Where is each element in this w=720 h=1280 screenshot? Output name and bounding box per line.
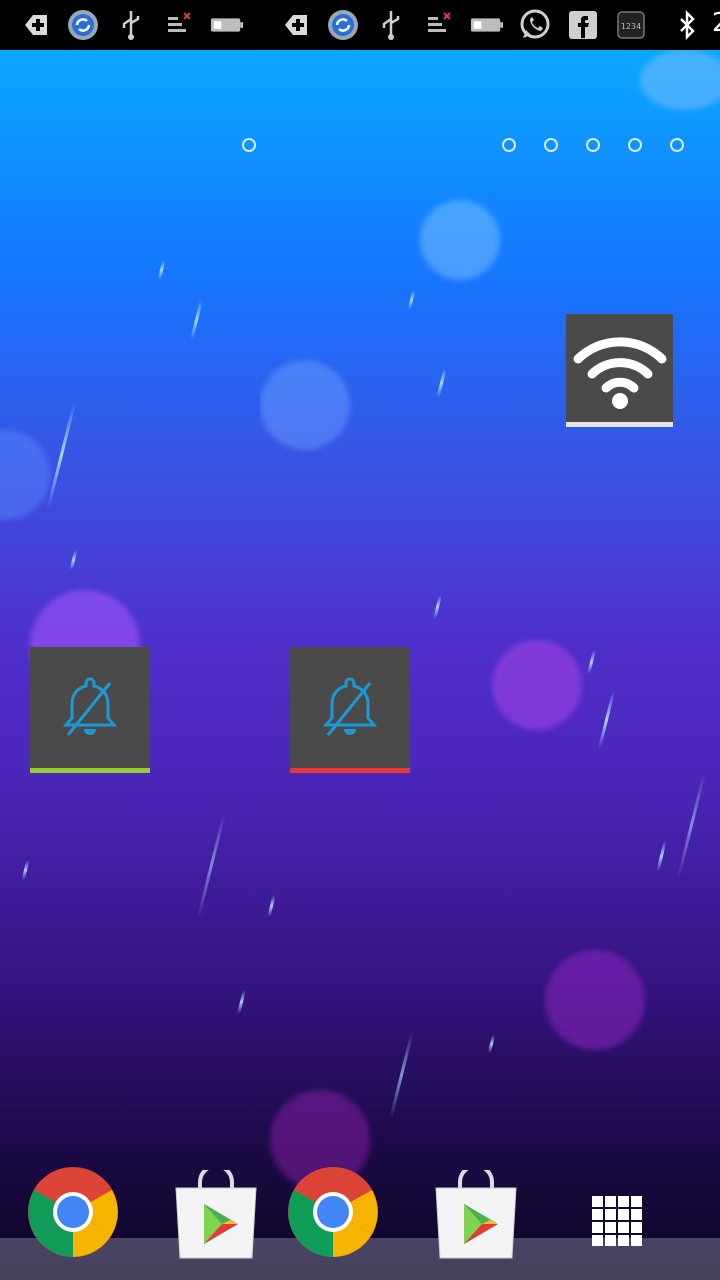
sync-icon [66, 8, 100, 42]
battery-icon [470, 8, 504, 42]
bell-off-icon [318, 671, 382, 749]
silent-mode-toggle[interactable] [290, 647, 410, 773]
bell-off-icon [58, 671, 122, 749]
toggle-indicator [566, 422, 673, 427]
signal-off-icon [422, 8, 456, 42]
signal-off-icon [162, 8, 196, 42]
status-bar[interactable]: 1234 2 [0, 0, 720, 50]
home-screen-left[interactable] [0, 50, 260, 1280]
wifi-icon [572, 329, 668, 413]
battery-icon [210, 8, 244, 42]
clock: 2 [712, 8, 720, 38]
add-icon [18, 8, 52, 42]
play-store-icon[interactable] [430, 1164, 522, 1264]
page-dot[interactable] [544, 138, 558, 152]
home-screen-right[interactable] [260, 50, 720, 1280]
bluetooth-icon [670, 8, 704, 42]
usb-icon [374, 8, 408, 42]
page-dot[interactable] [502, 138, 516, 152]
chrome-icon[interactable] [27, 1166, 119, 1262]
toggle-indicator [30, 768, 150, 773]
page-dot[interactable] [242, 138, 256, 152]
page-dot[interactable] [670, 138, 684, 152]
silent-mode-toggle[interactable] [30, 647, 150, 773]
wifi-toggle[interactable] [566, 314, 673, 427]
page-indicator [502, 138, 684, 152]
usb-icon [114, 8, 148, 42]
keyboard-icon: 1234 [614, 8, 648, 42]
toggle-indicator [290, 768, 410, 773]
app-drawer-icon[interactable] [592, 1196, 644, 1252]
whatsapp-icon [518, 8, 552, 42]
page-indicator [242, 138, 256, 152]
page-dot[interactable] [586, 138, 600, 152]
add-icon [278, 8, 312, 42]
sync-icon [326, 8, 360, 42]
svg-text:1234: 1234 [621, 22, 641, 31]
chrome-icon[interactable] [287, 1166, 379, 1262]
page-dot[interactable] [628, 138, 642, 152]
facebook-icon [566, 8, 600, 42]
play-store-icon[interactable] [170, 1164, 262, 1264]
